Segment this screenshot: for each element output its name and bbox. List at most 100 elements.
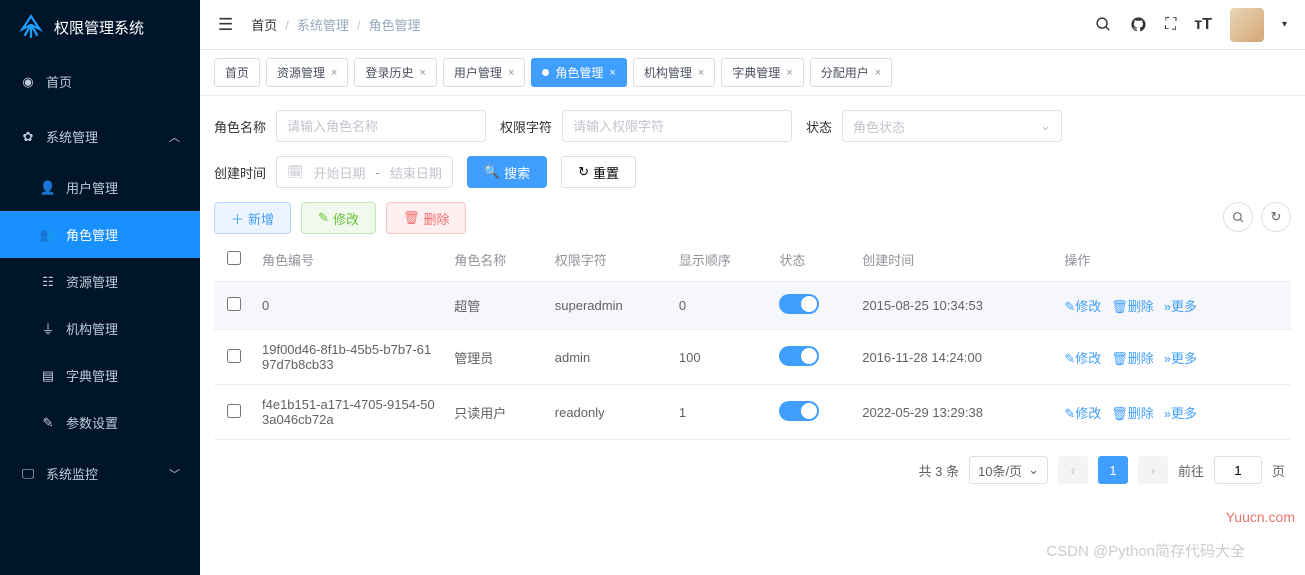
cell-order: 100 bbox=[671, 330, 772, 385]
calendar-icon: 🗓 bbox=[287, 164, 304, 180]
breadcrumb-home[interactable]: 首页 bbox=[251, 18, 277, 33]
status-switch[interactable] bbox=[779, 401, 819, 421]
row-checkbox[interactable] bbox=[227, 404, 241, 418]
reset-button[interactable]: ↻重置 bbox=[561, 156, 636, 188]
status-switch[interactable] bbox=[779, 346, 819, 366]
gear-icon: ✿ bbox=[20, 129, 36, 145]
tab-assign-user[interactable]: 分配用户× bbox=[810, 58, 892, 87]
row-checkbox[interactable] bbox=[227, 349, 241, 363]
sidebar-item-home[interactable]: ◉首页 bbox=[0, 54, 200, 109]
close-icon[interactable]: × bbox=[419, 67, 425, 79]
search-icon[interactable] bbox=[1095, 16, 1112, 33]
sidebar-item-params[interactable]: ✎参数设置 bbox=[0, 399, 200, 446]
avatar[interactable] bbox=[1230, 8, 1264, 42]
add-button[interactable]: ＋新增 bbox=[214, 202, 291, 234]
row-more-link[interactable]: »更多 bbox=[1164, 299, 1197, 314]
edit-icon: ✎ bbox=[40, 415, 56, 431]
row-delete-link[interactable]: 🗑删除 bbox=[1111, 406, 1154, 421]
font-size-icon[interactable]: ᴛT bbox=[1194, 16, 1212, 34]
row-more-link[interactable]: »更多 bbox=[1164, 351, 1197, 366]
role-name-label: 角色名称 bbox=[214, 117, 266, 136]
cell-id: 0 bbox=[254, 282, 446, 330]
toggle-search-button[interactable] bbox=[1223, 202, 1253, 232]
sidebar-item-resources[interactable]: ☷资源管理 bbox=[0, 258, 200, 305]
cell-ops: ✎修改 🗑删除 »更多 bbox=[1056, 385, 1291, 440]
select-all-checkbox[interactable] bbox=[227, 251, 241, 265]
role-name-input[interactable] bbox=[276, 110, 486, 142]
cell-ops: ✎修改 🗑删除 »更多 bbox=[1056, 282, 1291, 330]
cell-status bbox=[771, 282, 854, 330]
close-icon[interactable]: × bbox=[508, 67, 514, 79]
table-row: f4e1b151-a171-4705-9154-503a046cb72a只读用户… bbox=[214, 385, 1291, 440]
close-icon[interactable]: × bbox=[331, 67, 337, 79]
tabs-bar: 首页 资源管理× 登录历史× 用户管理× 角色管理× 机构管理× 字典管理× 分… bbox=[200, 50, 1305, 96]
page-suffix: 页 bbox=[1272, 461, 1285, 480]
sidebar: 权限管理系统 ◉首页 ✿系统管理︿ 👤用户管理 👥角色管理 ☷资源管理 ⏚机构管… bbox=[0, 0, 200, 575]
col-ops: 操作 bbox=[1056, 238, 1291, 282]
date-range-picker[interactable]: 🗓开始日期-结束日期 bbox=[276, 156, 453, 188]
goto-label: 前往 bbox=[1178, 461, 1204, 480]
sidebar-item-dict[interactable]: ▤字典管理 bbox=[0, 352, 200, 399]
status-switch[interactable] bbox=[779, 294, 819, 314]
goto-page-input[interactable] bbox=[1214, 456, 1262, 484]
chevron-down-icon: ⌄ bbox=[1028, 462, 1039, 478]
cell-ops: ✎修改 🗑删除 »更多 bbox=[1056, 330, 1291, 385]
col-name: 角色名称 bbox=[446, 238, 547, 282]
tab-dict[interactable]: 字典管理× bbox=[721, 58, 803, 87]
sidebar-item-roles[interactable]: 👥角色管理 bbox=[0, 211, 200, 258]
trash-icon: 🗑 bbox=[403, 210, 420, 226]
total-text: 共 3 条 bbox=[919, 461, 959, 480]
sidebar-item-system[interactable]: ✿系统管理︿ bbox=[0, 109, 200, 164]
prev-page-button[interactable]: ‹ bbox=[1058, 456, 1088, 484]
page-size-select[interactable]: 10条/页⌄ bbox=[969, 456, 1048, 484]
close-icon[interactable]: × bbox=[786, 67, 792, 79]
create-time-label: 创建时间 bbox=[214, 163, 266, 182]
perm-input[interactable] bbox=[562, 110, 792, 142]
cell-id: f4e1b151-a171-4705-9154-503a046cb72a bbox=[254, 385, 446, 440]
active-dot-icon bbox=[542, 69, 549, 76]
col-order: 显示顺序 bbox=[671, 238, 772, 282]
hamburger-icon[interactable]: ☰ bbox=[218, 15, 233, 35]
dashboard-icon: ◉ bbox=[20, 74, 36, 90]
close-icon[interactable]: × bbox=[609, 67, 615, 79]
tab-roles[interactable]: 角色管理× bbox=[531, 58, 626, 87]
chevron-up-icon: ︿ bbox=[169, 129, 180, 145]
next-page-button[interactable]: › bbox=[1138, 456, 1168, 484]
row-edit-link[interactable]: ✎修改 bbox=[1064, 351, 1101, 366]
fullscreen-icon[interactable]: ⛶ bbox=[1165, 16, 1176, 34]
close-icon[interactable]: × bbox=[875, 67, 881, 79]
col-created: 创建时间 bbox=[854, 238, 1056, 282]
cell-name: 超管 bbox=[446, 282, 547, 330]
cell-order: 1 bbox=[671, 385, 772, 440]
search-button[interactable]: 🔍搜索 bbox=[467, 156, 547, 188]
refresh-button[interactable]: ↻ bbox=[1261, 202, 1291, 232]
tab-users[interactable]: 用户管理× bbox=[443, 58, 525, 87]
edit-button[interactable]: ✎修改 bbox=[301, 202, 376, 234]
roles-table: 角色编号 角色名称 权限字符 显示顺序 状态 创建时间 操作 0超管supera… bbox=[214, 238, 1291, 440]
topbar: ☰ 首页/系统管理/角色管理 ⛶ ᴛT ▾ bbox=[200, 0, 1305, 50]
dropdown-icon[interactable]: ▾ bbox=[1282, 19, 1287, 30]
github-icon[interactable] bbox=[1130, 16, 1147, 33]
sidebar-item-users[interactable]: 👤用户管理 bbox=[0, 164, 200, 211]
sidebar-item-monitor[interactable]: 🖵系统监控﹀ bbox=[0, 446, 200, 501]
delete-button[interactable]: 🗑删除 bbox=[386, 202, 467, 234]
row-delete-link[interactable]: 🗑删除 bbox=[1111, 299, 1154, 314]
status-label: 状态 bbox=[806, 117, 832, 136]
sidebar-item-org[interactable]: ⏚机构管理 bbox=[0, 305, 200, 352]
page-1-button[interactable]: 1 bbox=[1098, 456, 1128, 484]
row-more-link[interactable]: »更多 bbox=[1164, 406, 1197, 421]
logo-icon bbox=[18, 14, 44, 40]
cell-name: 管理员 bbox=[446, 330, 547, 385]
close-icon[interactable]: × bbox=[698, 67, 704, 79]
row-delete-link[interactable]: 🗑删除 bbox=[1111, 351, 1154, 366]
cell-created: 2022-05-29 13:29:38 bbox=[854, 385, 1056, 440]
tab-login-history[interactable]: 登录历史× bbox=[354, 58, 436, 87]
row-checkbox[interactable] bbox=[227, 297, 241, 311]
tab-resources[interactable]: 资源管理× bbox=[266, 58, 348, 87]
tab-home[interactable]: 首页 bbox=[214, 58, 260, 87]
col-id: 角色编号 bbox=[254, 238, 446, 282]
status-select[interactable]: 角色状态⌄ bbox=[842, 110, 1062, 142]
row-edit-link[interactable]: ✎修改 bbox=[1064, 406, 1101, 421]
row-edit-link[interactable]: ✎修改 bbox=[1064, 299, 1101, 314]
tab-org[interactable]: 机构管理× bbox=[633, 58, 715, 87]
